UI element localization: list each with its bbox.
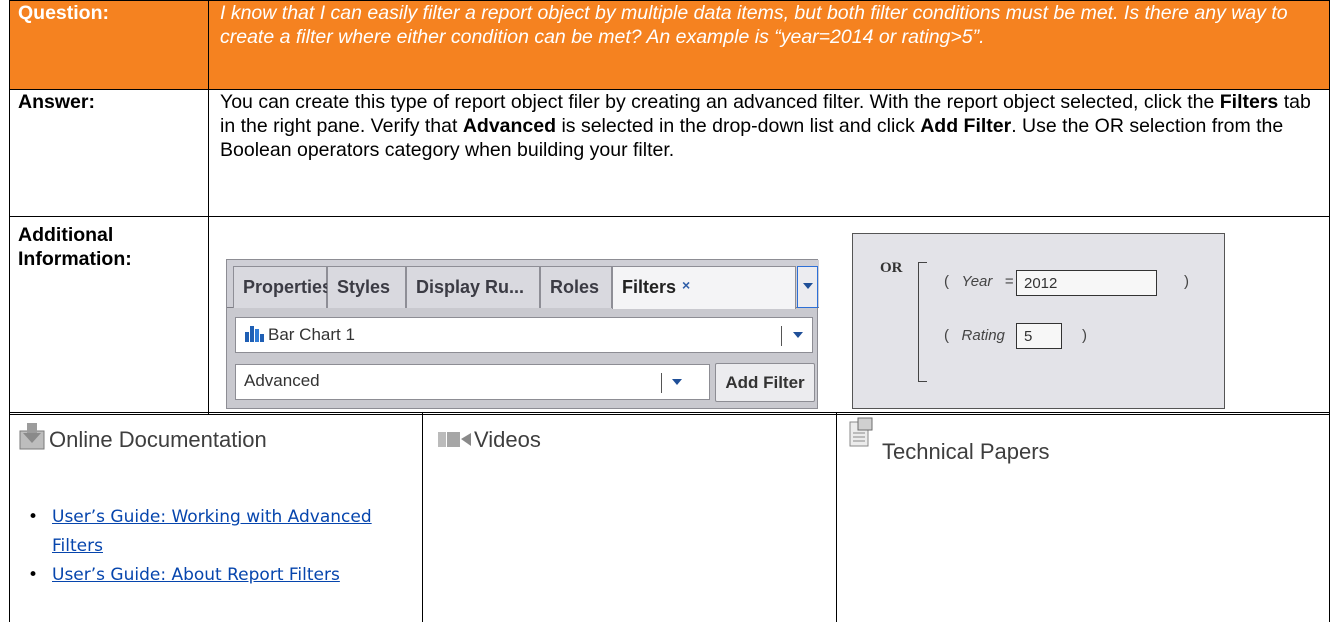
tab-filters[interactable]: Filters × (612, 266, 796, 309)
condition-year: ( Year = (944, 273, 1014, 290)
link-working-with-advanced-filters[interactable]: User’s Guide: Working with Advanced Filt… (52, 507, 372, 556)
filters-panel: Properties Styles Display Ru... Roles Fi… (226, 259, 819, 409)
close-paren: ) (1082, 327, 1087, 344)
open-paren: ( (944, 273, 949, 290)
list-item: User’s Guide: About Report Filters (28, 561, 408, 590)
question-label: Question: (9, 0, 209, 90)
technical-papers-heading: Technical Papers (882, 439, 1050, 464)
videos-heading: Videos (474, 427, 541, 452)
object-select-value: Bar Chart 1 (268, 325, 355, 344)
answer-text-part: You can create this type of report objec… (220, 91, 1220, 113)
or-operator: OR (880, 260, 903, 276)
video-camera-icon (438, 432, 471, 447)
close-icon[interactable]: × (682, 277, 690, 293)
condition-rating: ( Rating > (944, 327, 1026, 344)
dropdown-arrow-icon (803, 283, 813, 289)
online-docs-cell: Online Documentation User’s Guide: Worki… (9, 412, 423, 622)
videos-cell: Videos (422, 412, 837, 622)
tab-bar: Properties Styles Display Ru... Roles Fi… (227, 260, 819, 309)
dropdown-arrow-icon (672, 379, 682, 385)
tab-display-rules[interactable]: Display Ru... (406, 266, 540, 308)
additional-info-label: Additional Information: (9, 216, 209, 415)
rating-value-box[interactable]: 5 (1016, 323, 1062, 349)
list-item: User’s Guide: Working with Advanced Filt… (28, 503, 408, 561)
or-expression: OR ( Year = 2012 ) ( Rating > 5 ) (852, 233, 1225, 409)
object-select[interactable]: Bar Chart 1 (235, 317, 813, 353)
resources-table: Online Documentation User’s Guide: Worki… (9, 412, 1330, 622)
document-icon (849, 417, 873, 447)
answer-row: Answer: You can create this type of repo… (9, 89, 1330, 217)
online-docs-heading: Online Documentation (49, 427, 267, 452)
condition-field: Rating (961, 327, 1005, 344)
filter-mode-select[interactable]: Advanced (235, 364, 710, 400)
year-value-box[interactable]: 2012 (1016, 270, 1157, 296)
answer-bold-advanced: Advanced (462, 115, 557, 137)
answer-text: You can create this type of report objec… (208, 89, 1330, 217)
additional-label-line1: Additional (18, 224, 114, 246)
answer-text-part: is selected in the drop-down list and cl… (556, 115, 921, 137)
answer-bold-add-filter: Add Filter (920, 115, 1012, 137)
expression-bracket (918, 262, 927, 382)
download-icon (19, 423, 45, 450)
additional-label-line2: Information: (18, 248, 132, 270)
answer-label: Answer: (9, 89, 209, 217)
technical-papers-cell: Technical Papers (836, 412, 1330, 622)
select-separator (661, 373, 662, 393)
add-filter-button[interactable]: Add Filter (715, 363, 815, 402)
tab-properties[interactable]: Properties (233, 266, 332, 308)
question-row: Question: I know that I can easily filte… (9, 0, 1330, 90)
online-docs-list: User’s Guide: Working with Advanced Filt… (28, 503, 408, 590)
tab-overflow-button[interactable] (797, 266, 818, 308)
link-about-report-filters[interactable]: User’s Guide: About Report Filters (52, 565, 340, 585)
tab-styles[interactable]: Styles (327, 266, 406, 308)
close-paren: ) (1184, 273, 1189, 290)
answer-bold-filters: Filters (1219, 91, 1279, 113)
tab-filters-label: Filters (622, 277, 677, 297)
bar-chart-icon (244, 324, 264, 342)
open-paren: ( (944, 327, 949, 344)
dropdown-arrow-icon (793, 332, 803, 338)
tab-roles[interactable]: Roles (540, 266, 612, 308)
select-separator (781, 326, 782, 346)
condition-operator: = (1004, 273, 1014, 290)
filter-mode-value: Advanced (244, 371, 320, 390)
question-text: I know that I can easily filter a report… (208, 0, 1330, 90)
condition-field: Year (961, 273, 993, 290)
